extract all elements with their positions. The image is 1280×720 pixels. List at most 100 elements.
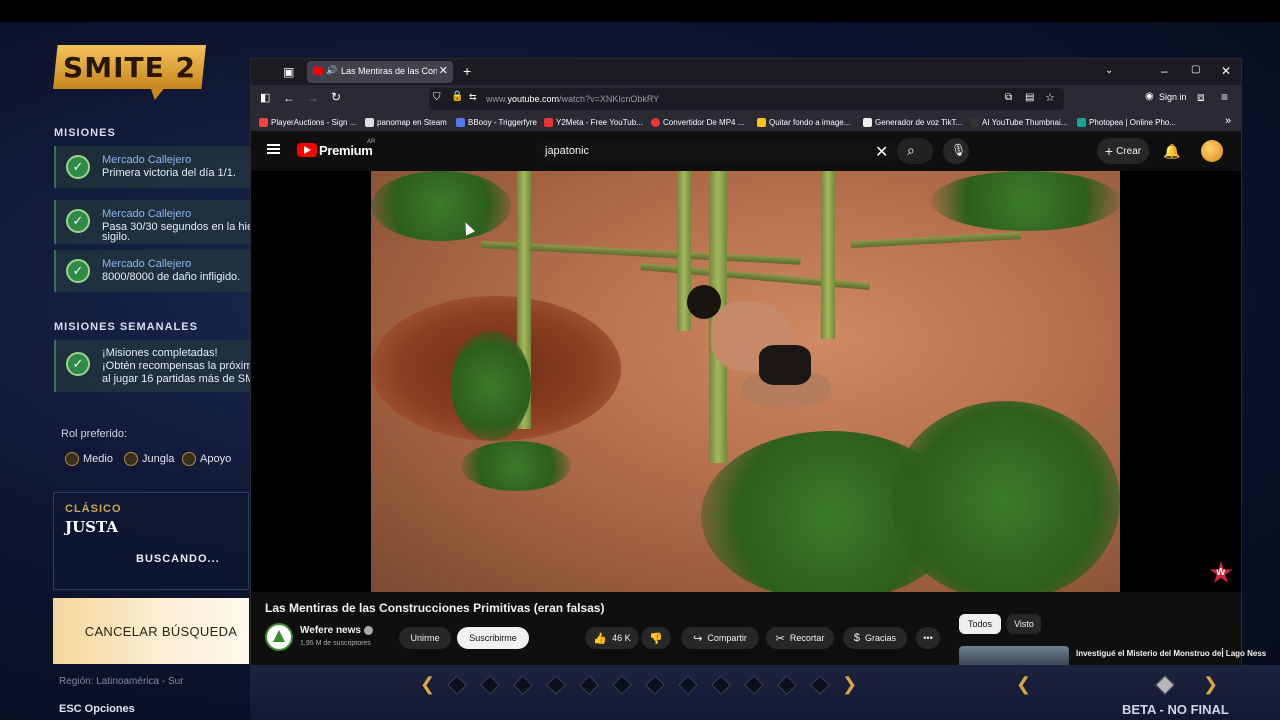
plus-icon: + [1104, 143, 1114, 159]
minimize-icon[interactable]: – [1161, 64, 1168, 78]
region-label: Región: Latinoamérica - Sur [59, 676, 184, 687]
reload-icon[interactable]: ↻ [331, 90, 341, 104]
tab-bar: ▣ 🔊 Las Mentiras de las Constr ✕ + ⌄ – ▢… [251, 59, 1241, 85]
queue-panel: CLÁSICO JUSTA BUSCANDO... [53, 492, 249, 590]
bookmark-item[interactable]: Generador de voz TikT... [863, 116, 962, 128]
youtube-favicon-icon [313, 67, 323, 75]
arrow-right-icon[interactable]: ❯ [1203, 674, 1218, 695]
bookmark-icon [970, 117, 979, 127]
chip-visto[interactable]: Visto [1007, 614, 1041, 634]
channel-avatar[interactable] [265, 623, 293, 651]
sign-in-link[interactable]: Sign in [1159, 92, 1187, 102]
maximize-icon[interactable]: ▢ [1191, 64, 1200, 75]
youtube-logo-icon[interactable] [297, 143, 317, 157]
bookmark-icon [757, 117, 766, 127]
mission-card[interactable]: ✓ Mercado Callejero 8000/8000 de daño in… [54, 250, 250, 292]
bookmark-icon [544, 117, 553, 127]
clear-search-icon[interactable]: ✕ [875, 142, 888, 162]
missions-title: MISIONES [54, 127, 116, 139]
channel-name[interactable]: Wefere news [300, 625, 373, 636]
thanks-button[interactable]: $ Gracias [843, 627, 907, 649]
cancel-search-button[interactable]: CANCELAR BÚSQUEDA [53, 598, 249, 664]
recommendation-title[interactable]: Investigué el Misterio del Monstruo del … [1076, 648, 1266, 659]
thumbs-up-icon: 👍 [593, 632, 608, 645]
mission-card[interactable]: ✓ Mercado Callejero Pasa 30/30 segundos … [54, 200, 290, 244]
voice-search-button[interactable]: 🎙 [943, 138, 969, 164]
clip-button[interactable]: ✂ Recortar [766, 627, 834, 649]
join-button[interactable]: Unirme [399, 627, 451, 649]
role-medio[interactable]: Medio [65, 450, 113, 468]
youtube-page: Premium AR japatonic ✕ ⌕ 🎙 + Crear 🔔 W L… [251, 131, 1266, 665]
youtube-brand[interactable]: Premium [319, 143, 373, 158]
close-window-icon[interactable]: ✕ [1221, 64, 1231, 78]
bookmark-icon [365, 117, 374, 127]
scenery [931, 171, 1120, 231]
bookmark-item[interactable]: Quitar fondo a image... [757, 116, 850, 128]
permissions-icon[interactable]: ⇆ [469, 92, 477, 103]
mission-card[interactable]: ✓ Mercado Callejero Primera victoria del… [54, 146, 250, 188]
bookmark-item[interactable]: BBooy - Triggerfyre [456, 116, 537, 128]
pip-icon[interactable]: ⧉ [1005, 92, 1012, 103]
video-frame[interactable] [371, 171, 1120, 592]
chevron-down-icon[interactable]: ⌄ [1105, 65, 1113, 76]
arrow-left-icon[interactable]: ❮ [1016, 674, 1031, 695]
hamburger-menu-icon[interactable] [267, 144, 280, 154]
role-icon [65, 452, 79, 466]
top-black-bar [0, 0, 1280, 22]
bookmark-icon [863, 117, 872, 127]
menu-icon[interactable]: ≡ [1221, 90, 1228, 104]
more-bookmarks-icon[interactable]: » [1225, 115, 1231, 127]
reader-icon[interactable]: ▤ [1025, 92, 1034, 103]
tab-close-icon[interactable]: ✕ [439, 64, 448, 77]
arrow-right-icon[interactable]: ❯ [842, 674, 857, 695]
role-jungla[interactable]: Jungla [124, 450, 174, 468]
region-code: AR [367, 139, 376, 145]
speaker-icon[interactable]: 🔊 [326, 65, 337, 76]
tab-youtube[interactable]: 🔊 Las Mentiras de las Constr ✕ [307, 61, 453, 83]
bookmark-item[interactable]: Y2Meta - Free YouTub... [544, 116, 643, 128]
chip-todos[interactable]: Todos [959, 614, 1001, 634]
weekly-mission-card[interactable]: ✓ ¡Misiones completadas! ¡Obtén recompen… [54, 340, 301, 392]
back-icon[interactable]: ← [283, 91, 295, 105]
more-actions-button[interactable]: ••• [916, 627, 940, 649]
bookmark-item[interactable]: Convertidor De MP4 ... [651, 116, 744, 128]
check-icon: ✓ [66, 209, 90, 233]
more-vert-icon[interactable]: ⋮ [1217, 646, 1228, 659]
bookmark-star-icon[interactable]: ☆ [1045, 91, 1055, 104]
create-button[interactable]: + Crear [1097, 138, 1149, 164]
sidebar-icon[interactable]: ◧ [260, 91, 270, 104]
scenery [371, 171, 511, 241]
esc-options[interactable]: ESC Opciones [59, 703, 135, 715]
subscribe-button[interactable]: Suscribirme [457, 627, 529, 649]
lock-icon[interactable]: 🔒 [451, 91, 463, 102]
notifications-bell-icon[interactable]: 🔔 [1163, 143, 1180, 160]
scenery [461, 441, 571, 491]
mission-title: Mercado Callejero [102, 208, 192, 220]
bookmark-icon [456, 117, 465, 127]
role-apoyo[interactable]: Apoyo [182, 450, 231, 468]
account-icon[interactable]: ◉ [1145, 91, 1154, 102]
new-tab-icon[interactable]: + [463, 63, 471, 79]
url-bar[interactable]: ⛉ 🔒 ⇆ www.youtube.com/watch?v=XNKIcnObkR… [429, 88, 1064, 110]
tab-list-icon[interactable]: ▣ [283, 65, 294, 79]
forward-icon[interactable]: → [307, 91, 319, 105]
channel-watermark-icon[interactable]: W [1209, 561, 1233, 583]
dislike-button[interactable]: 👎 [641, 627, 671, 649]
like-button[interactable]: 👍 46 K [585, 627, 639, 649]
bookmark-item[interactable]: AI YouTube Thumbnai... [970, 116, 1067, 128]
share-button[interactable]: ↪ Compartir [681, 627, 759, 649]
avatar[interactable] [1201, 140, 1223, 162]
recommendation-thumbnail[interactable] [959, 646, 1069, 665]
browser-window: ▣ 🔊 Las Mentiras de las Constr ✕ + ⌄ – ▢… [250, 58, 1266, 665]
video-player[interactable]: W [251, 171, 1241, 592]
search-button[interactable]: ⌕ [897, 138, 933, 164]
shield-icon[interactable]: ⛉ [433, 92, 441, 103]
bookmark-item[interactable]: panomap en Steam [365, 116, 447, 128]
arrow-left-icon[interactable]: ❮ [420, 674, 435, 695]
scenery [451, 331, 531, 441]
search-input[interactable]: japatonic ✕ [535, 138, 899, 164]
bookmark-item[interactable]: PlayerAuctions - Sign ... [259, 116, 356, 128]
weekly-missions-title: MISIONES SEMANALES [54, 321, 198, 333]
extensions-icon[interactable]: ⧈ [1197, 90, 1205, 105]
bookmark-item[interactable]: Photopea | Online Pho... [1077, 116, 1176, 128]
